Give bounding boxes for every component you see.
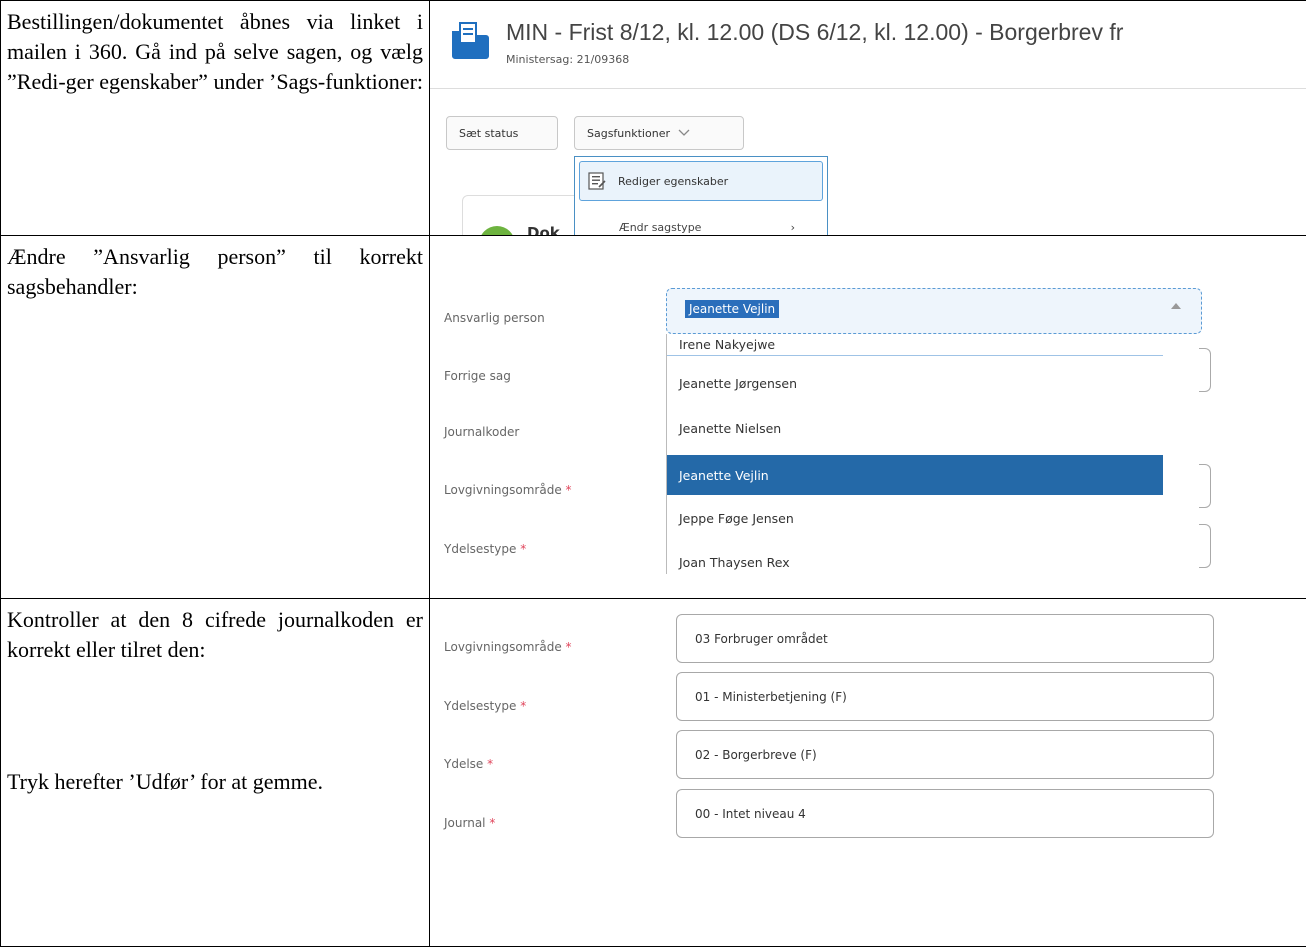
- label-benefit: Ydelse *: [444, 757, 494, 771]
- label-journal: Journal *: [444, 816, 496, 830]
- list-item[interactable]: Jeanette Jørgensen: [667, 365, 1163, 401]
- set-status-label: Sæt status: [459, 126, 519, 140]
- benefit-value: 02 - Borgerbreve (F): [695, 747, 817, 762]
- step-row-1: Bestillingen/dokumentet åbnes via linket…: [0, 0, 1306, 236]
- case-view-screenshot: MIN - Frist 8/12, kl. 12.00 (DS 6/12, kl…: [430, 1, 1306, 235]
- step-row-3: Kontroller at den 8 cifrede journalkoden…: [0, 598, 1306, 947]
- screenshot-cell-1: MIN - Frist 8/12, kl. 12.00 (DS 6/12, kl…: [429, 0, 1306, 236]
- list-item-selected[interactable]: Jeanette Vejlin: [667, 455, 1163, 495]
- required-marker: *: [565, 483, 572, 497]
- required-marker: *: [520, 542, 527, 556]
- case-functions-label: Sagsfunktioner: [587, 126, 670, 140]
- field-edge-previous-case: [1198, 348, 1211, 392]
- instruction-text-4: Tryk herefter ’Udfør’ for at gemme.: [7, 769, 324, 794]
- case-functions-button[interactable]: Sagsfunktioner: [574, 116, 744, 150]
- benefit-type-value: 01 - Ministerbetjening (F): [695, 689, 847, 704]
- screenshot-cell-3: Lovgivningsområde * Ydelsestype * Ydelse…: [429, 598, 1306, 947]
- document-icon: [479, 226, 515, 235]
- label-legislation: Lovgivningsområde *: [444, 483, 572, 497]
- instruction-cell-1: Bestillingen/dokumentet åbnes via linket…: [0, 0, 430, 236]
- legislation-area-value: 03 Forbruger området: [695, 631, 828, 646]
- header-divider: [430, 88, 1306, 89]
- case-functions-menu: Rediger egenskaber Ændr sagstype ›: [574, 156, 828, 235]
- label-benefit-type: Ydelsestype *: [444, 699, 527, 713]
- required-marker: *: [520, 699, 527, 713]
- case-folder-icon: [452, 22, 489, 59]
- responsible-person-listbox[interactable]: Irene Nakyejwe Jeanette Jørgensen Jeanet…: [666, 334, 1199, 574]
- required-marker: *: [487, 757, 494, 771]
- journal-form-screenshot: Lovgivningsområde * Ydelsestype * Ydelse…: [430, 599, 1306, 946]
- instruction-table: Bestillingen/dokumentet åbnes via linket…: [0, 0, 1306, 947]
- label-legislation-area: Lovgivningsområde *: [444, 640, 572, 654]
- list-item[interactable]: Irene Nakyejwe: [667, 334, 1163, 356]
- responsible-person-value: Jeanette Vejlin: [685, 300, 780, 318]
- case-title: MIN - Frist 8/12, kl. 12.00 (DS 6/12, kl…: [506, 19, 1124, 45]
- menu-item-edit-properties-label: Rediger egenskaber: [618, 174, 729, 188]
- instruction-cell-2: Ændre ”Ansvarlig person” til korrekt sag…: [0, 235, 430, 599]
- menu-item-change-case-type[interactable]: Ændr sagstype ›: [619, 221, 819, 235]
- journal-value: 00 - Intet niveau 4: [695, 806, 806, 821]
- menu-item-edit-properties[interactable]: Rediger egenskaber: [579, 161, 823, 201]
- instruction-text-3: Kontroller at den 8 cifrede journalkoden…: [7, 607, 423, 662]
- chevron-down-icon: [678, 129, 690, 136]
- responsible-person-combobox[interactable]: Jeanette Vejlin: [666, 288, 1202, 334]
- step-row-2: Ændre ”Ansvarlig person” til korrekt sag…: [0, 235, 1306, 599]
- edit-list-icon: [588, 172, 606, 190]
- benefit-field[interactable]: 02 - Borgerbreve (F): [676, 730, 1214, 779]
- document-card-title: Dok: [527, 224, 560, 235]
- case-number: Ministersag: 21/09368: [506, 53, 630, 66]
- required-marker: *: [489, 816, 496, 830]
- journal-field[interactable]: 00 - Intet niveau 4: [676, 789, 1214, 838]
- label-benefit-type: Ydelsestype *: [444, 542, 527, 556]
- menu-item-change-case-type-label: Ændr sagstype: [619, 221, 702, 234]
- screenshot-cell-2: Ansvarlig person Forrige sag Journalkode…: [429, 235, 1306, 599]
- required-marker: *: [565, 640, 572, 654]
- list-item[interactable]: Jeanette Nielsen: [667, 410, 1163, 446]
- legislation-area-field[interactable]: 03 Forbruger området: [676, 614, 1214, 663]
- set-status-button[interactable]: Sæt status: [446, 116, 558, 150]
- label-previous-case: Forrige sag: [444, 369, 511, 383]
- label-responsible-person: Ansvarlig person: [444, 311, 545, 325]
- field-edge-benefit-type: [1198, 524, 1211, 568]
- instruction-text-1: Bestillingen/dokumentet åbnes via linket…: [7, 9, 424, 94]
- instruction-text-2: Ændre ”Ansvarlig person” til korrekt sag…: [7, 244, 423, 299]
- list-item[interactable]: Joan Thaysen Rex: [667, 544, 1163, 574]
- field-edge-legislation: [1198, 464, 1211, 508]
- responsible-form-screenshot: Ansvarlig person Forrige sag Journalkode…: [430, 236, 1306, 598]
- chevron-right-icon: ›: [790, 221, 795, 234]
- instruction-cell-3: Kontroller at den 8 cifrede journalkoden…: [0, 598, 430, 947]
- list-item[interactable]: Jeppe Føge Jensen: [667, 500, 1163, 536]
- benefit-type-field[interactable]: 01 - Ministerbetjening (F): [676, 672, 1214, 721]
- label-journal-codes: Journalkoder: [444, 425, 520, 439]
- caret-up-icon: [1171, 303, 1181, 309]
